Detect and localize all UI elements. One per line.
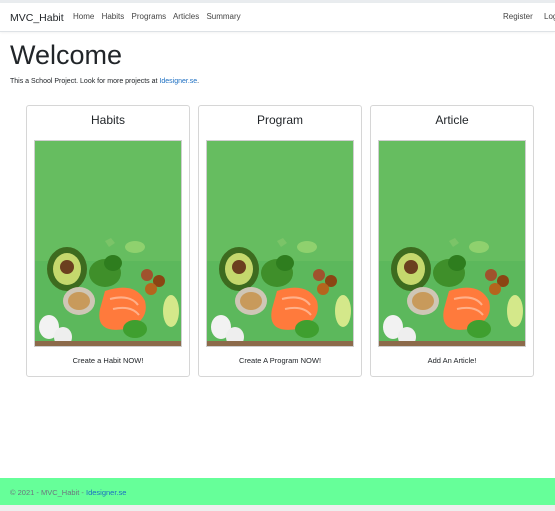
- intro-text: This a School Project. Look for more pro…: [10, 78, 199, 85]
- nav-link-articles[interactable]: Articles: [173, 12, 199, 21]
- intro-text-end: .: [197, 78, 200, 85]
- card-title: Article: [435, 113, 469, 127]
- navbar: MVC_Habit Home Habits Programs Articles …: [0, 3, 555, 32]
- footer-copyright: © 2021 - MVC_Habit -: [10, 488, 86, 497]
- nav-auth-links: Register Log: [503, 12, 555, 21]
- food-image: [379, 141, 525, 346]
- bottom-strip: [0, 505, 555, 511]
- card-title: Habits: [90, 113, 125, 127]
- nav-link-summary[interactable]: Summary: [206, 12, 240, 21]
- card-image-food[interactable]: [206, 140, 354, 347]
- nav-link-programs[interactable]: Programs: [132, 12, 167, 21]
- card-action-text[interactable]: Add An Article!: [371, 356, 533, 365]
- nav-link-login[interactable]: Log: [544, 12, 555, 21]
- food-image: [35, 141, 181, 346]
- card-program[interactable]: Program Create A Program NOW!: [198, 105, 362, 377]
- nav-link-home[interactable]: Home: [73, 12, 94, 21]
- card-title: Program: [256, 113, 303, 127]
- card-habits[interactable]: Habits Create a Habit NOW!: [26, 105, 190, 377]
- page-title: Welcome: [10, 40, 123, 70]
- intro-text-body: This a School Project. Look for more pro…: [10, 78, 160, 85]
- navbar-brand[interactable]: MVC_Habit: [10, 12, 64, 24]
- nav-link-habits[interactable]: Habits: [102, 12, 125, 21]
- card-article[interactable]: Article Add An Article!: [370, 105, 534, 377]
- nav-links: Home Habits Programs Articles Summary: [73, 12, 246, 21]
- footer-link[interactable]: Idesigner.se: [86, 488, 126, 497]
- footer: © 2021 - MVC_Habit - Idesigner.se: [0, 478, 555, 505]
- intro-link[interactable]: Idesigner.se: [159, 78, 197, 85]
- nav-link-register[interactable]: Register: [503, 12, 533, 21]
- card-action-text[interactable]: Create A Program NOW!: [199, 356, 361, 365]
- card-image-food[interactable]: [378, 140, 526, 347]
- card-image-food[interactable]: [34, 140, 182, 347]
- card-action-text[interactable]: Create a Habit NOW!: [27, 356, 189, 365]
- footer-text: © 2021 - MVC_Habit - Idesigner.se: [10, 488, 126, 497]
- food-image: [207, 141, 353, 346]
